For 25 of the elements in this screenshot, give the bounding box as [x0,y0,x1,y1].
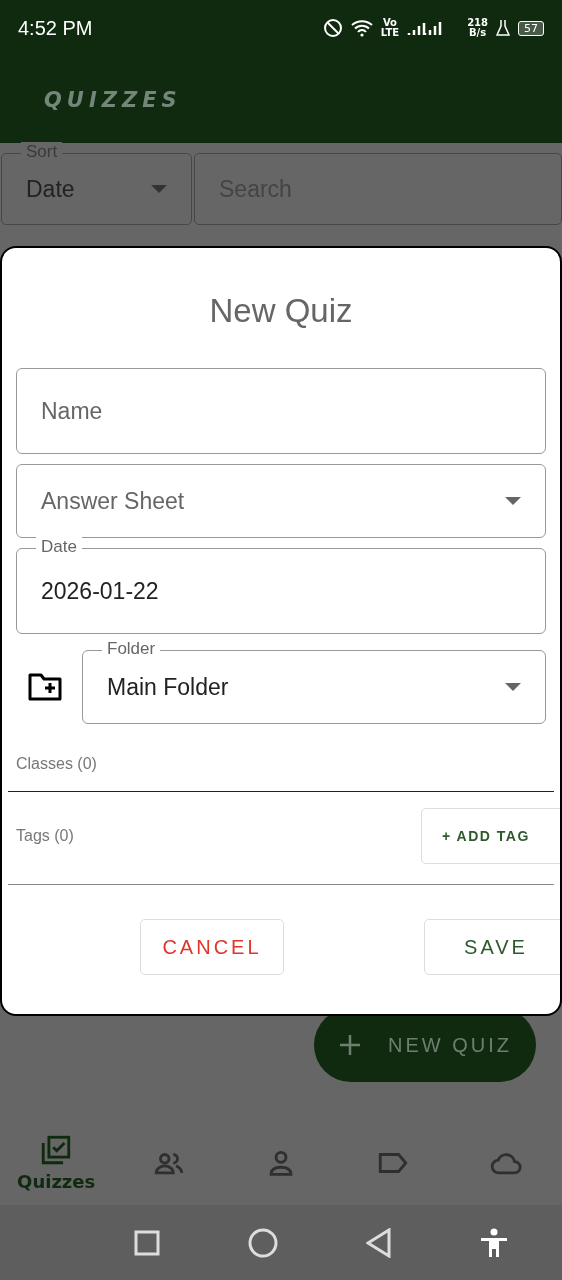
app-title: QUIZZES [44,87,182,112]
network-speed-text: 218 B/s [467,18,488,38]
flask-icon [496,19,510,37]
answer-sheet-dropdown[interactable]: Answer Sheet [16,464,546,538]
dropdown-caret-icon [505,497,521,505]
wifi-icon [350,19,373,37]
classes-label: Classes (0) [16,755,97,772]
add-tag-button[interactable]: + ADD TAG [421,808,560,864]
dropdown-caret-icon [505,683,521,691]
home-button-icon[interactable] [248,1227,278,1258]
back-button-icon[interactable] [366,1227,392,1258]
dropdown-caret-icon [151,185,167,193]
input-field[interactable]: Name [16,368,546,454]
cancel-button[interactable]: CANCEL [140,919,284,975]
add-folder-icon[interactable] [28,673,62,701]
tags-label: Tags (0) [16,827,74,845]
accessibility-icon[interactable] [480,1227,508,1258]
status-time: 4:52 PM [18,16,94,40]
recents-button-icon[interactable] [134,1229,160,1256]
do-not-disturb-icon [322,18,343,38]
battery-level: 57 [518,20,544,36]
network-type-text: Vo LTE [380,18,400,38]
dialog-title: New Quiz [208,292,354,330]
save-button[interactable]: SAVE [424,919,560,975]
plus-icon [338,1033,362,1057]
